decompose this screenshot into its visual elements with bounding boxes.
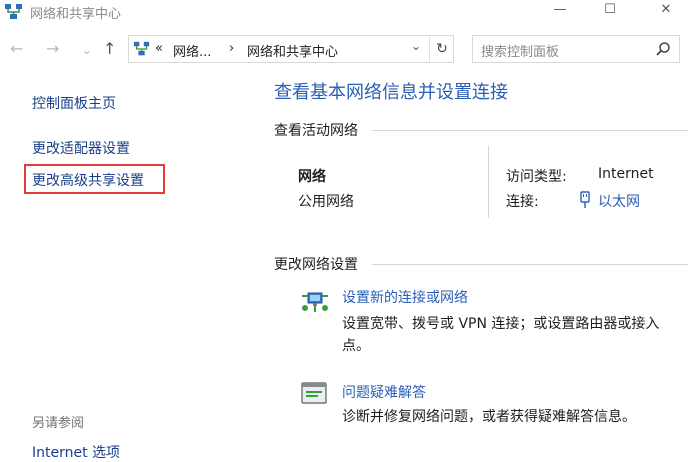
see-also-heading: 另请参阅 [32, 416, 85, 431]
network-separator [488, 146, 489, 218]
troubleshoot-description: 诊断并修复网络问题，或者获得疑难解答信息。 [342, 409, 636, 425]
troubleshoot-icon [301, 382, 327, 404]
forward-arrow-icon[interactable]: → [46, 40, 59, 58]
window-title: 网络和共享中心 [30, 7, 122, 22]
highlight-box [24, 164, 165, 194]
change-settings-heading: 更改网络设置 [274, 257, 358, 273]
address-overflow-button[interactable]: « [155, 41, 163, 56]
close-button[interactable]: ✕ [646, 0, 686, 22]
search-placeholder: 搜索控制面板 [481, 45, 560, 60]
maximize-button[interactable]: ☐ [590, 0, 630, 22]
change-adapter-settings-link[interactable]: 更改适配器设置 [32, 138, 130, 158]
active-networks-heading: 查看活动网络 [274, 123, 358, 139]
control-panel-home-link[interactable]: 控制面板主页 [32, 93, 116, 113]
breadcrumb-network[interactable]: 网络... [173, 41, 211, 60]
network-name: 网络 [298, 169, 326, 185]
section-divider [372, 264, 688, 265]
troubleshoot-link[interactable]: 问题疑难解答 [342, 382, 426, 402]
ethernet-icon [580, 191, 590, 208]
back-arrow-icon[interactable]: ← [10, 40, 23, 58]
internet-options-link[interactable]: Internet 选项 [32, 442, 120, 462]
new-connection-description: 设置宽带、拨号或 VPN 连接；或设置路由器或接入点。 [342, 316, 660, 354]
network-center-icon [133, 41, 150, 56]
breadcrumb-separator[interactable]: › [229, 41, 234, 56]
connection-label: 连接: [506, 194, 539, 210]
address-dropdown-icon[interactable]: ⌄ [411, 39, 421, 53]
ethernet-connection-link[interactable]: 以太网 [598, 191, 640, 211]
new-connection-icon [302, 292, 328, 312]
recent-locations-icon[interactable]: ⌄ [82, 41, 92, 59]
breadcrumb-sharing-center[interactable]: 网络和共享中心 [247, 41, 338, 60]
section-divider [372, 130, 688, 131]
access-type-label: 访问类型: [506, 169, 567, 185]
refresh-icon[interactable]: ↻ [429, 36, 454, 62]
search-icon[interactable] [655, 41, 671, 57]
access-type-value: Internet [598, 166, 654, 182]
search-box[interactable]: 搜索控制面板 [472, 35, 680, 63]
network-type: 公用网络 [298, 194, 354, 210]
up-arrow-icon[interactable]: ↑ [103, 40, 116, 58]
network-center-icon [5, 4, 22, 19]
setup-new-connection-link[interactable]: 设置新的连接或网络 [342, 287, 468, 307]
minimize-button[interactable]: — [540, 0, 580, 22]
address-bar[interactable]: « 网络... › 网络和共享中心 ⌄ ↻ [128, 35, 454, 63]
page-title: 查看基本网络信息并设置连接 [274, 82, 508, 103]
title-bar: 网络和共享中心 — ☐ ✕ [0, 0, 690, 34]
